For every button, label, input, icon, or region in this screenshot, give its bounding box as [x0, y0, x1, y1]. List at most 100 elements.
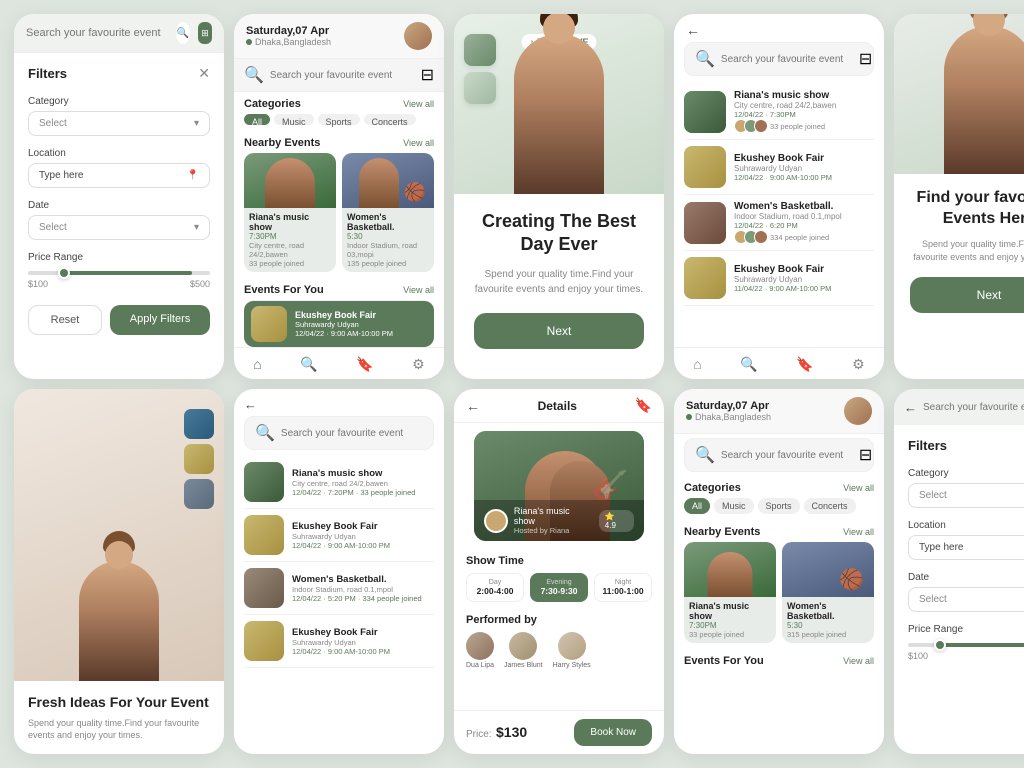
nav-search[interactable]: 🔍 — [300, 356, 317, 373]
nav-search-2[interactable]: 🔍 — [740, 356, 757, 373]
filter-icon[interactable]: ⊞ — [198, 22, 212, 44]
detail-event-1[interactable]: Riana's music show City centre, road 24/… — [684, 84, 874, 140]
fresh-title: Fresh Ideas For Your Event — [28, 693, 210, 711]
filters2-panel: Filters ✕ Category Select ▾ Location Typ… — [894, 425, 1024, 754]
category-all[interactable]: All — [244, 114, 270, 125]
search-icon-b: 🔍 — [255, 423, 275, 443]
search-input-f2[interactable] — [923, 402, 1024, 413]
f2-location-input[interactable]: Type here 📍 — [908, 535, 1024, 560]
bookmark-icon[interactable]: 🔖 — [635, 397, 652, 414]
category-sports[interactable]: Sports — [318, 114, 360, 125]
back-button[interactable]: ← — [674, 14, 884, 42]
next-button[interactable]: Next — [474, 313, 644, 349]
filter-icon[interactable]: ⊟ — [859, 49, 872, 69]
f2-category-select[interactable]: Select ▾ — [908, 483, 1024, 508]
detail-search-row: 🔍 ⊟ — [684, 42, 874, 76]
card9-nearby-grid: Riana's music show 7:30PM 33 people join… — [674, 542, 884, 649]
price-value: $130 — [496, 724, 527, 740]
filter-icon-c[interactable]: ⊟ — [859, 445, 872, 465]
evt-thumb-2 — [244, 515, 284, 555]
card9-header: Saturday,07 Apr Dhaka,Bangladesh — [674, 389, 884, 434]
category-label: Category — [28, 96, 210, 107]
book-now-button[interactable]: Book Now — [574, 719, 652, 746]
nav-home[interactable]: ⌂ — [253, 356, 261, 373]
for-you-event-1[interactable]: Ekushey Book Fair Suhrawardy Udyan 12/04… — [244, 300, 434, 347]
categories-view-all[interactable]: View all — [403, 99, 434, 109]
card-filters2: ← 🔍 ⊞ Filters ✕ Category Select ▾ Locati… — [894, 389, 1024, 754]
evt-item-2[interactable]: Ekushey Book Fair Suhrawardy Udyan 12/04… — [244, 509, 434, 562]
detail-event-4[interactable]: Ekushey Book Fair Suhrawardy Udyan 11/04… — [684, 251, 874, 306]
back-arrow-detail[interactable]: ← — [466, 398, 480, 414]
filter-actions: Reset Apply Filters — [28, 305, 210, 335]
for-you-view-all[interactable]: View all — [403, 285, 434, 295]
search-input[interactable] — [721, 54, 853, 65]
evt-item-3[interactable]: Women's Basketball. Indoor Stadium, road… — [244, 562, 434, 615]
bottom-nav-2: ⌂ 🔍 🔖 ⚙ — [674, 347, 884, 379]
category-select[interactable]: Select ▾ — [28, 111, 210, 136]
f2-slider-thumb[interactable] — [934, 639, 946, 651]
nearby-view-all[interactable]: View all — [403, 138, 434, 148]
onboard-description: Spend your quality time.Find your favour… — [474, 267, 644, 297]
artist-avatar — [484, 509, 508, 533]
apply-filters-button[interactable]: Apply Filters — [110, 305, 210, 335]
search-input-b[interactable] — [281, 428, 423, 439]
performer-2-name: James Blunt — [504, 662, 543, 669]
next-button-2[interactable]: Next — [910, 277, 1024, 313]
search-input[interactable] — [26, 27, 168, 39]
detail-hero-container: 🎸 Riana's music show Hosted by Riana ⭐ 4… — [454, 423, 664, 549]
evt-item-1[interactable]: Riana's music show City centre, road 24/… — [244, 456, 434, 509]
nav-bookmark[interactable]: 🔖 — [356, 356, 373, 373]
for-you-event-1-info: Ekushey Book Fair Suhrawardy Udyan 12/04… — [295, 310, 427, 338]
filter-icon[interactable]: ⊟ — [421, 65, 434, 85]
side-thumbnails — [464, 34, 496, 104]
f2-slider-fill — [940, 643, 1024, 647]
cat9-all[interactable]: All — [684, 498, 710, 514]
date-select[interactable]: Select ▾ — [28, 215, 210, 240]
side-thumb-1 — [464, 34, 496, 66]
time-day[interactable]: Day 2:00-4:00 — [466, 573, 524, 602]
nav-settings[interactable]: ⚙ — [412, 356, 425, 373]
evt-info-2: Ekushey Book Fair Suhrawardy Udyan 12/04… — [292, 521, 434, 550]
event-2-thumb — [684, 146, 726, 188]
back-button-2[interactable]: ← — [234, 389, 444, 416]
nearby-event-1[interactable]: Riana's music show 7:30PM City centre, r… — [244, 153, 336, 272]
card9-nearby-1[interactable]: Riana's music show 7:30PM 33 people join… — [684, 542, 776, 643]
cat9-concerts[interactable]: Concerts — [804, 498, 856, 514]
cat9-music[interactable]: Music — [714, 498, 754, 514]
detail-event-3[interactable]: Women's Basketball. Indoor Stadium, road… — [684, 195, 874, 251]
card-detail-list2: Saturday,07 Apr Dhaka,Bangladesh 🔍 ⊟ Cat… — [674, 389, 884, 754]
search-icon[interactable]: 🔍 — [176, 22, 190, 44]
detail-event-2[interactable]: Ekushey Book Fair Suhrawardy Udyan 12/04… — [684, 140, 874, 195]
category-music[interactable]: Music — [274, 114, 314, 125]
nearby-section-header: Nearby Events View all — [234, 131, 444, 153]
f2-location-group: Location Type here 📍 — [908, 520, 1024, 560]
slider-thumb[interactable] — [58, 267, 70, 279]
nav-bookmark-2[interactable]: 🔖 — [796, 356, 813, 373]
nav-home-2[interactable]: ⌂ — [693, 356, 701, 373]
time-evening[interactable]: Evening 7:30-9:30 — [530, 573, 588, 602]
back-icon-f2[interactable]: ← — [904, 400, 917, 415]
hosted-by: Hosted by Riana — [514, 526, 593, 535]
reset-button[interactable]: Reset — [28, 305, 102, 335]
location-input[interactable]: Type here 📍 — [28, 163, 210, 188]
search-input[interactable] — [270, 70, 415, 81]
price-slider[interactable] — [28, 271, 210, 275]
close-button[interactable]: ✕ — [198, 65, 210, 82]
f2-date-select[interactable]: Select ▾ — [908, 587, 1024, 612]
time-night[interactable]: Night 11:00-1:00 — [594, 573, 652, 602]
nav-settings-2[interactable]: ⚙ — [852, 356, 865, 373]
event-date: Saturday,07 Apr — [246, 25, 398, 37]
side-thumb-2 — [464, 72, 496, 104]
onboard2-title: Find your favourite Events Here — [910, 188, 1024, 230]
card9-nearby-2[interactable]: 🏀 Women's Basketball. 5:30 315 people jo… — [782, 542, 874, 643]
cat9-sports[interactable]: Sports — [758, 498, 800, 514]
search-input-c[interactable] — [721, 450, 853, 461]
evt-item-4[interactable]: Ekushey Book Fair Suhrawardy Udyan 12/04… — [244, 615, 434, 668]
card9-categories-header: Categories View all — [674, 476, 884, 498]
nearby-event-2[interactable]: 🏀 Women's Basketball. 5:30 Indoor Stadiu… — [342, 153, 434, 272]
show-time-label: Show Time — [466, 555, 652, 567]
fresh-content: Fresh Ideas For Your Event Spend your qu… — [14, 681, 224, 754]
f2-price-slider[interactable] — [908, 643, 1024, 647]
category-concerts[interactable]: Concerts — [364, 114, 416, 125]
card9-nearby-1-info: Riana's music show 7:30PM 33 people join… — [684, 597, 776, 643]
